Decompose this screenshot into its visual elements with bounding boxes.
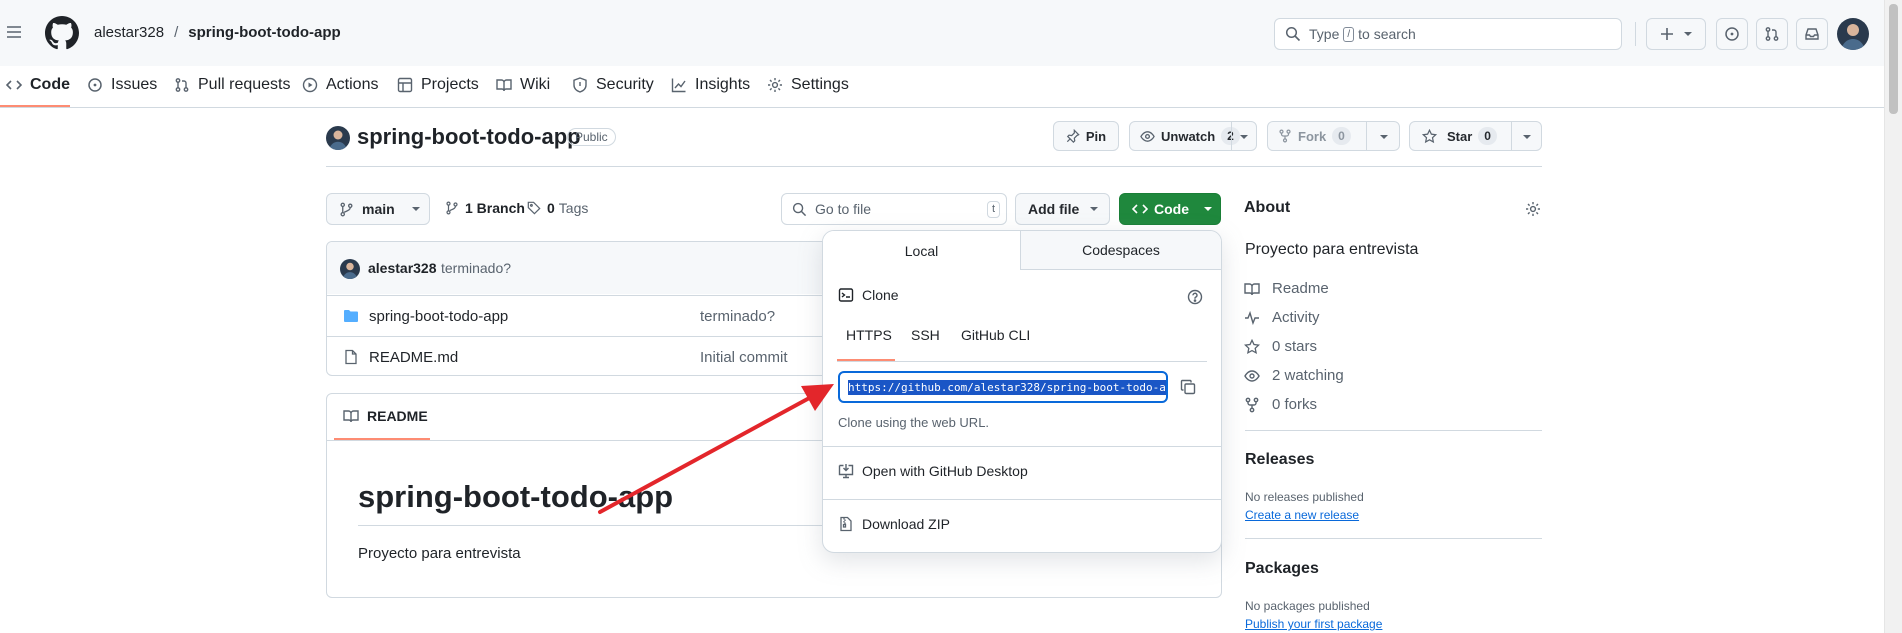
annotation-arrow-head	[801, 384, 834, 411]
annotation-arrow	[598, 384, 834, 514]
annotation-arrow-shaft	[598, 394, 815, 514]
